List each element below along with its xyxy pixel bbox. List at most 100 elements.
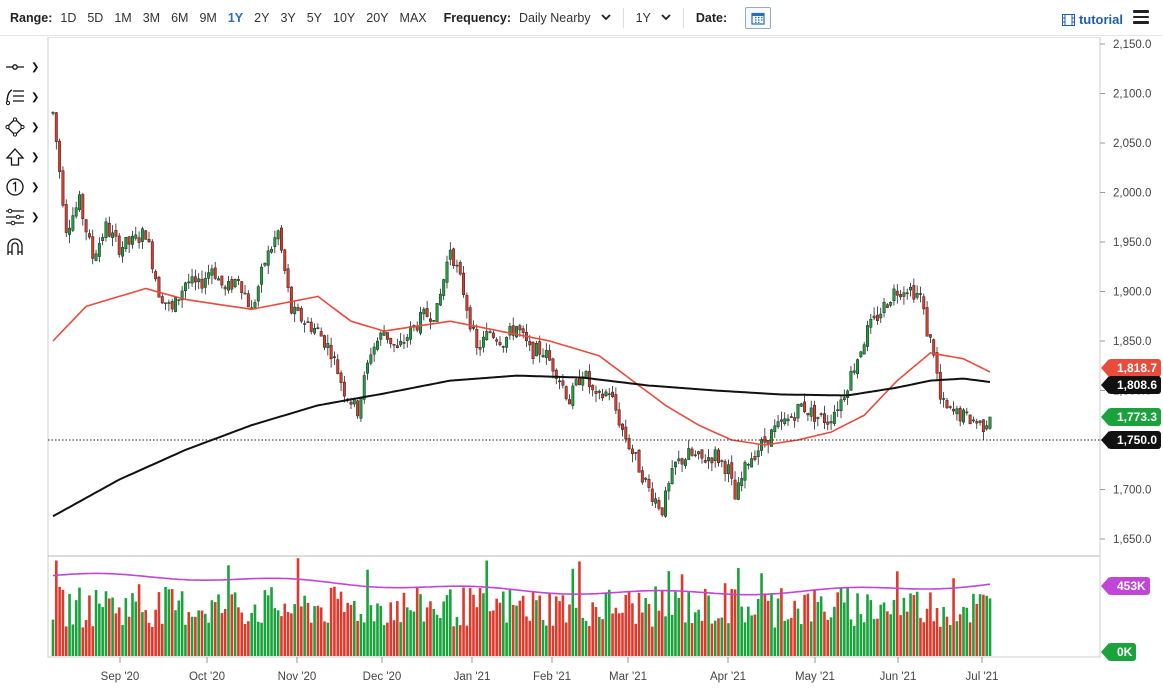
period-dropdown[interactable]: 1Y	[636, 11, 671, 25]
candle-body	[902, 292, 906, 297]
volume-bar	[306, 602, 310, 656]
volume-bar	[740, 606, 743, 656]
candle-body	[958, 407, 962, 422]
volume-bar	[333, 586, 336, 656]
candle-body	[293, 306, 297, 315]
range-button-2y[interactable]: 2Y	[254, 11, 269, 25]
candle-body	[726, 464, 730, 474]
frequency-value: Daily Nearby	[519, 10, 591, 25]
volume-bar	[263, 590, 267, 656]
candle-body	[879, 313, 883, 319]
candle-body	[809, 407, 813, 417]
candle-body	[177, 299, 181, 301]
menu-icon[interactable]	[1133, 10, 1149, 24]
volume-bar	[660, 590, 664, 656]
volume-bar	[574, 607, 578, 656]
candle-body	[624, 426, 628, 440]
volume-bar	[538, 595, 542, 656]
candle-body	[114, 230, 118, 237]
candle-body	[697, 451, 701, 455]
frequency-dropdown[interactable]: Daily Nearby	[519, 11, 611, 25]
volume-bar	[68, 593, 71, 656]
candle-body	[518, 325, 522, 331]
price-chart[interactable]: 2,150.0 2,100.0 2,050.0 2,000.0 1,950.0 1,900…	[0, 37, 1163, 693]
candle-body	[803, 401, 807, 413]
candle-body	[776, 421, 780, 427]
ma50-line	[52, 287, 991, 446]
y-tick-label: 1,650.0	[1113, 534, 1151, 546]
volume-bar	[809, 621, 813, 656]
candle-body	[538, 341, 542, 355]
toolbar-divider	[682, 7, 684, 28]
candle-body	[826, 421, 830, 425]
volume-bar	[670, 614, 674, 656]
volume-bar	[925, 608, 929, 656]
candle-body	[227, 281, 230, 291]
volume-bar	[846, 588, 849, 656]
volume-bar	[323, 621, 326, 656]
range-button-3m[interactable]: 3M	[143, 11, 160, 25]
calendar-button[interactable]	[745, 6, 772, 29]
volume-bar	[369, 605, 373, 656]
volume-bar	[243, 623, 247, 656]
ma200-line	[52, 374, 991, 518]
volume-bar	[750, 615, 753, 656]
volume-bar	[578, 561, 581, 656]
volume-bar	[935, 607, 939, 656]
volume-bar	[985, 595, 988, 656]
candle-body	[150, 241, 154, 270]
candle-body	[422, 308, 426, 315]
range-button-5y[interactable]: 5Y	[307, 11, 322, 25]
range-button-9m[interactable]: 9M	[199, 11, 216, 25]
candle-body	[190, 276, 194, 284]
volume-bar	[766, 600, 770, 656]
volume-bar	[429, 601, 432, 656]
candle-body	[574, 379, 578, 386]
range-button-20y[interactable]: 20Y	[366, 11, 388, 25]
candle-body	[409, 326, 413, 340]
ma50-badge: 1,818.7	[1100, 358, 1162, 377]
volume-bar	[449, 589, 452, 656]
range-button-max[interactable]: MAX	[400, 11, 427, 25]
range-button-5d[interactable]: 5D	[87, 11, 103, 25]
volume-bar	[862, 622, 866, 656]
candle-body	[919, 293, 922, 295]
candle-body	[428, 318, 432, 322]
x-tick-label: May '21	[795, 671, 835, 683]
range-button-1d[interactable]: 1D	[60, 11, 76, 25]
range-button-1y[interactable]: 1Y	[228, 11, 243, 25]
volume-bar	[968, 622, 972, 656]
volume-bar	[339, 591, 343, 656]
candle-body	[124, 236, 128, 250]
volume-bar	[170, 589, 174, 656]
volume-bar	[478, 587, 482, 656]
candle-body	[707, 457, 711, 462]
volume-bar	[492, 610, 495, 656]
candle-body	[402, 342, 406, 344]
candle-body	[952, 408, 956, 412]
candle-body	[869, 318, 873, 328]
range-button-6m[interactable]: 6M	[171, 11, 188, 25]
range-button-10y[interactable]: 10Y	[333, 11, 355, 25]
volume-bar	[852, 625, 856, 656]
candle-body	[91, 236, 95, 259]
candle-body	[528, 341, 532, 346]
candle-body	[885, 304, 889, 308]
tutorial-link[interactable]: tutorial	[1061, 12, 1123, 27]
volume-bar	[720, 617, 724, 656]
volume-bar	[919, 617, 922, 656]
volume-bar	[167, 589, 171, 656]
range-button-1m[interactable]: 1M	[114, 11, 131, 25]
candle-body	[690, 448, 694, 456]
y-tick-label: 1,850.0	[1113, 336, 1151, 348]
candle-body	[54, 112, 58, 142]
volume-bar	[465, 625, 469, 656]
candle-body	[435, 303, 439, 322]
candle-body	[389, 337, 393, 345]
candle-body	[617, 409, 621, 426]
candle-body	[597, 390, 601, 393]
volume-bar	[650, 626, 654, 656]
range-button-3y[interactable]: 3Y	[280, 11, 295, 25]
candle-body	[584, 371, 588, 378]
volume-bar	[197, 610, 200, 656]
